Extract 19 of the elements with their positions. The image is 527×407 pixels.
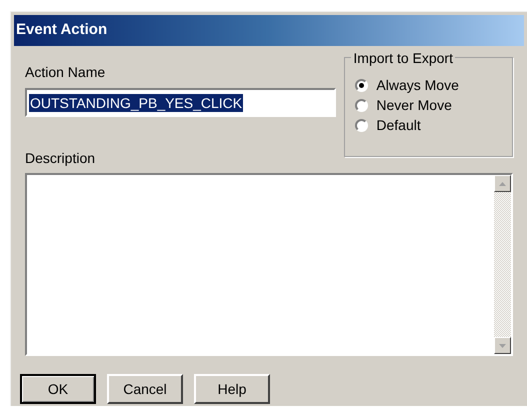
radio-button[interactable] (355, 118, 368, 132)
radio-label[interactable]: Always Move (376, 76, 459, 94)
description-field[interactable] (25, 173, 513, 356)
window-title: Event Action (16, 20, 108, 40)
radio-button[interactable] (355, 78, 368, 92)
scroll-up-button[interactable] (494, 175, 511, 192)
radio-label[interactable]: Default (376, 116, 421, 134)
input-field[interactable]: OUTSTANDING_PB_YES_CLICK (25, 88, 336, 117)
radio-label[interactable]: Never Move (376, 96, 452, 114)
dialog-button[interactable]: Cancel (107, 374, 183, 404)
scroll-down-button[interactable] (494, 337, 511, 354)
field-label: Description (25, 149, 96, 168)
up-arrow-icon (499, 182, 506, 186)
dialog-button[interactable]: Help (194, 374, 270, 404)
scrollbar[interactable] (494, 175, 511, 354)
dialog-button[interactable]: OK (20, 374, 96, 404)
field-label: Action Name (25, 63, 106, 82)
radio-button[interactable] (355, 98, 368, 112)
down-arrow-icon (499, 344, 506, 348)
